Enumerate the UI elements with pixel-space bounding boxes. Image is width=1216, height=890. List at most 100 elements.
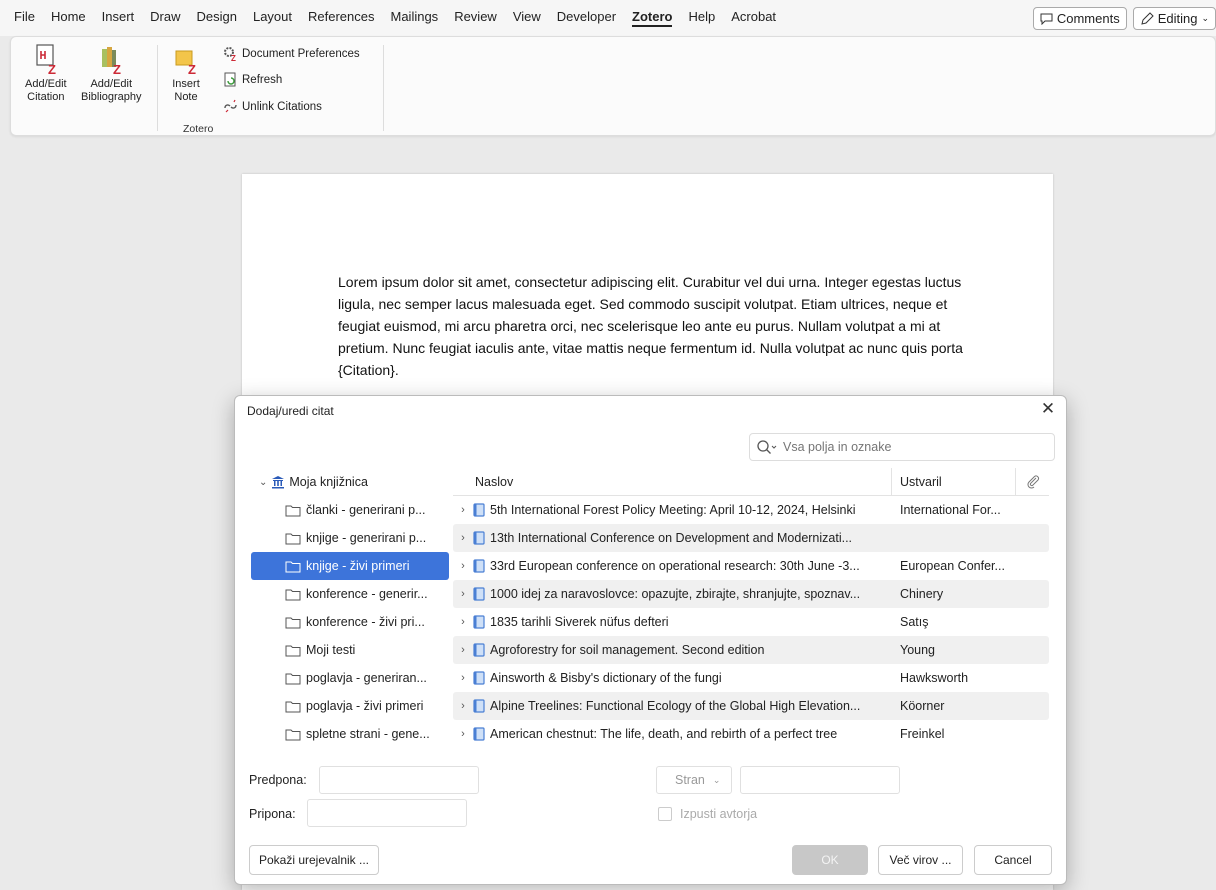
item-title: Ainsworth & Bisby's dictionary of the fu… (490, 671, 722, 685)
item-creator: European Confer... (900, 559, 1005, 573)
menu-tab-developer[interactable]: Developer (557, 9, 616, 27)
chevron-right-icon[interactable]: › (453, 616, 473, 628)
collection-item[interactable]: knjige - živi primeri (251, 552, 449, 580)
insert-note-button[interactable]: Z Insert Note (171, 43, 201, 104)
zotero-ribbon: Z Add/Edit Citation Z Add/Edit Bibliogra… (10, 36, 1216, 136)
menu-tab-file[interactable]: File (14, 9, 35, 27)
table-row[interactable]: › 13th International Conference on Develo… (453, 524, 1049, 552)
menu-tab-design[interactable]: Design (197, 9, 237, 27)
chevron-right-icon[interactable]: › (453, 672, 473, 684)
menu-tab-mailings[interactable]: Mailings (391, 9, 439, 27)
items-list: › 5th International Forest Policy Meeting… (453, 496, 1049, 748)
chevron-right-icon[interactable]: › (453, 644, 473, 656)
collection-item[interactable]: poglavja - živi primeri (251, 692, 449, 720)
checkbox-box[interactable] (658, 807, 672, 821)
collection-item[interactable]: poglavja - generiran... (251, 664, 449, 692)
add-edit-bibliography-button[interactable]: Z Add/Edit Bibliography (81, 43, 142, 104)
book-icon (473, 531, 485, 545)
menu-right-controls: Comments Editing ⌄ (1032, 7, 1216, 30)
menu-tab-home[interactable]: Home (51, 9, 86, 27)
menu-tab-review[interactable]: Review (454, 9, 497, 27)
comments-button[interactable]: Comments (1032, 7, 1127, 30)
refresh-label: Refresh (242, 73, 283, 86)
book-icon (473, 727, 485, 741)
cancel-button[interactable]: Cancel (974, 845, 1052, 875)
svg-text:Z: Z (188, 62, 196, 75)
item-creator: Satış (900, 615, 929, 629)
folder-icon (285, 701, 301, 712)
table-row[interactable]: › Agroforestry for soil management. Secon… (453, 636, 1049, 664)
document-paragraph[interactable]: Lorem ipsum dolor sit amet, consectetur … (338, 271, 963, 381)
menu-tab-zotero[interactable]: Zotero (632, 9, 673, 27)
chevron-right-icon[interactable]: › (453, 700, 473, 712)
chevron-right-icon[interactable]: › (453, 504, 473, 516)
column-header-attachments[interactable] (1015, 468, 1049, 495)
chevron-right-icon[interactable]: › (453, 560, 473, 572)
menu-tab-insert[interactable]: Insert (102, 9, 135, 27)
library-root-label: Moja knjižnica (289, 475, 368, 489)
item-title: 33rd European conference on operational … (490, 559, 860, 573)
menu-tab-acrobat[interactable]: Acrobat (731, 9, 776, 27)
column-header-creator[interactable]: Ustvaril (891, 468, 1015, 495)
editing-button[interactable]: Editing ⌄ (1132, 7, 1216, 30)
collection-item[interactable]: konference - živi pri... (251, 608, 449, 636)
menu-tab-layout[interactable]: Layout (253, 9, 292, 27)
locator-type-select[interactable]: Stran ⌄ (656, 766, 732, 794)
chevron-right-icon[interactable]: › (453, 532, 473, 544)
locator-input[interactable] (740, 766, 900, 794)
tree-root-library[interactable]: ⌄ Moja knjižnica (251, 468, 449, 496)
unlink-icon (224, 99, 237, 113)
column-header-title[interactable]: Naslov (453, 475, 891, 489)
collection-label: konference - živi pri... (306, 615, 425, 629)
collection-tree: ⌄ Moja knjižnica članki - generirani p..… (251, 468, 449, 748)
omit-author-checkbox[interactable]: Izpusti avtorja (658, 807, 757, 821)
menu-tab-help[interactable]: Help (688, 9, 715, 27)
chevron-right-icon[interactable]: › (453, 588, 473, 600)
show-editor-button[interactable]: Pokaži urejevalnik ... (249, 845, 379, 875)
table-row[interactable]: › Ainsworth & Bisby's dictionary of the f… (453, 664, 1049, 692)
book-icon (473, 587, 485, 601)
search-input[interactable] (783, 440, 1023, 454)
prefix-input[interactable] (319, 766, 479, 794)
folder-icon (285, 561, 301, 572)
menu-tab-view[interactable]: View (513, 9, 541, 27)
refresh-button[interactable]: Refresh (223, 72, 282, 87)
add-edit-bibliography-label-1: Add/Edit (90, 78, 133, 90)
table-row[interactable]: › Alpine Treelines: Functional Ecology of… (453, 692, 1049, 720)
unlink-citations-button[interactable]: Unlink Citations (223, 99, 322, 114)
collection-label: Moji testi (306, 643, 356, 657)
menu-tabs: File Home Insert Draw Design Layout References… (14, 9, 792, 27)
table-row[interactable]: › 5th International Forest Policy Meeting… (453, 496, 1049, 524)
close-icon[interactable]: ✕ (1038, 399, 1058, 419)
item-title: Agroforestry for soil management. Second… (490, 643, 765, 657)
editing-label: Editing (1157, 11, 1198, 26)
ok-button[interactable]: OK (792, 845, 868, 875)
collection-label: knjige - generirani p... (306, 531, 427, 545)
collection-item[interactable]: spletne strani - gene... (251, 720, 449, 748)
chevron-right-icon[interactable]: › (453, 728, 473, 740)
collection-item[interactable]: Moji testi (251, 636, 449, 664)
menu-tab-references[interactable]: References (308, 9, 374, 27)
item-title: 13th International Conference on Develop… (490, 531, 853, 545)
table-row[interactable]: › American chestnut: The life, death, and… (453, 720, 1049, 748)
table-row[interactable]: › 1835 tarihli Siverek nüfus defteri Satış (453, 608, 1049, 636)
menu-tab-draw[interactable]: Draw (150, 9, 180, 27)
document-preferences-button[interactable]: Z Document Preferences (223, 46, 360, 61)
unlink-citations-label: Unlink Citations (242, 100, 322, 113)
suffix-input[interactable] (307, 799, 467, 827)
book-icon (473, 671, 485, 685)
svg-text:Z: Z (231, 54, 236, 61)
table-row[interactable]: › 33rd European conference on operational… (453, 552, 1049, 580)
search-box[interactable] (749, 433, 1055, 461)
collection-item[interactable]: članki - generirani p... (251, 496, 449, 524)
chevron-down-icon[interactable]: ⌄ (259, 477, 267, 488)
collection-label: knjige - živi primeri (306, 559, 410, 573)
collection-item[interactable]: knjige - generirani p... (251, 524, 449, 552)
add-edit-citation-button[interactable]: Z Add/Edit Citation (25, 43, 67, 104)
table-row[interactable]: › 1000 idej za naravoslovce: opazujte, zb… (453, 580, 1049, 608)
chevron-down-icon: ⌄ (712, 774, 721, 785)
folder-icon (285, 589, 301, 600)
comments-label: Comments (1056, 11, 1120, 26)
collection-item[interactable]: konference - generir... (251, 580, 449, 608)
multiple-sources-button[interactable]: Več virov ... (878, 845, 963, 875)
